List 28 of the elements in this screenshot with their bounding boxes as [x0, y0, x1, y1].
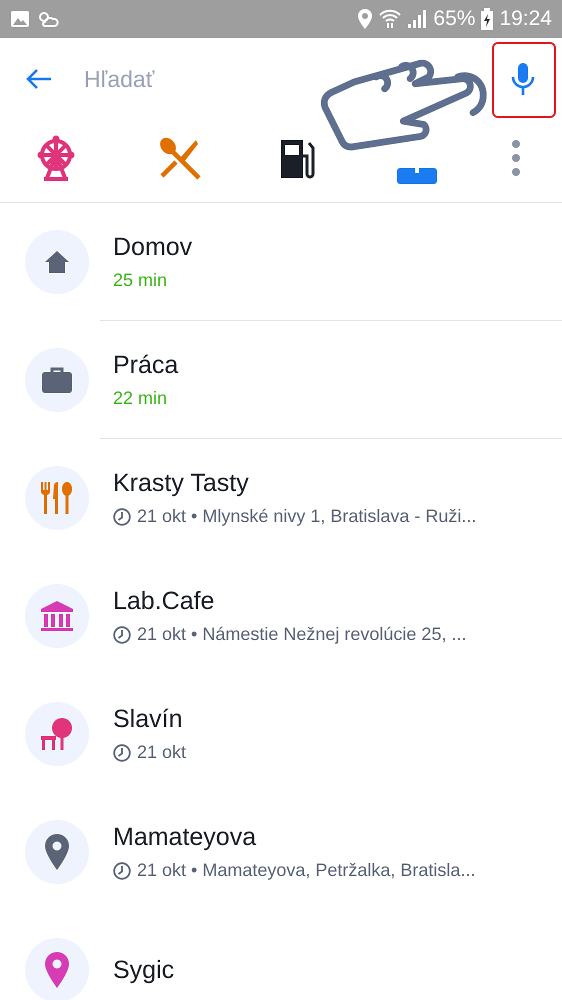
weather-icon: [36, 9, 60, 29]
location-icon: [357, 8, 374, 30]
battery-charging-icon: [481, 8, 494, 30]
back-button[interactable]: [26, 68, 52, 90]
place-name[interactable]: Domov: [113, 233, 192, 262]
visit-details: 21 okt: [137, 742, 186, 763]
place-name[interactable]: Práca: [113, 351, 178, 380]
clock-time: 19:24: [499, 7, 552, 31]
place-name[interactable]: Sygic: [113, 956, 174, 984]
clock-icon: [113, 862, 131, 880]
search-field[interactable]: Hľadať: [82, 64, 286, 94]
place-name[interactable]: Slavín: [113, 705, 186, 734]
place-name[interactable]: Mamateyova: [113, 823, 476, 852]
visit-details: 21 okt • Mamateyova, Petržalka, Bratisla...: [137, 860, 476, 881]
place-name[interactable]: Lab.Cafe: [113, 587, 466, 616]
travel-time: 22 min: [113, 388, 168, 409]
wifi-icon: [379, 9, 402, 29]
signal-icon: [407, 9, 428, 29]
image-icon: [10, 10, 30, 28]
place-name[interactable]: Krasty Tasty: [113, 469, 476, 498]
battery-percent: 65%: [433, 7, 476, 31]
clock-icon: [113, 508, 131, 526]
visit-details: 21 okt • Mlynské nivy 1, Bratislava - Ruži...: [137, 506, 476, 527]
travel-time: 25 min: [113, 270, 168, 291]
briefcase-icon[interactable]: [396, 168, 436, 184]
clock-icon: [113, 626, 131, 644]
clock-icon: [113, 744, 131, 762]
visit-details: 21 okt • Námestie Nežnej revolúcie 25, ...: [137, 624, 466, 645]
